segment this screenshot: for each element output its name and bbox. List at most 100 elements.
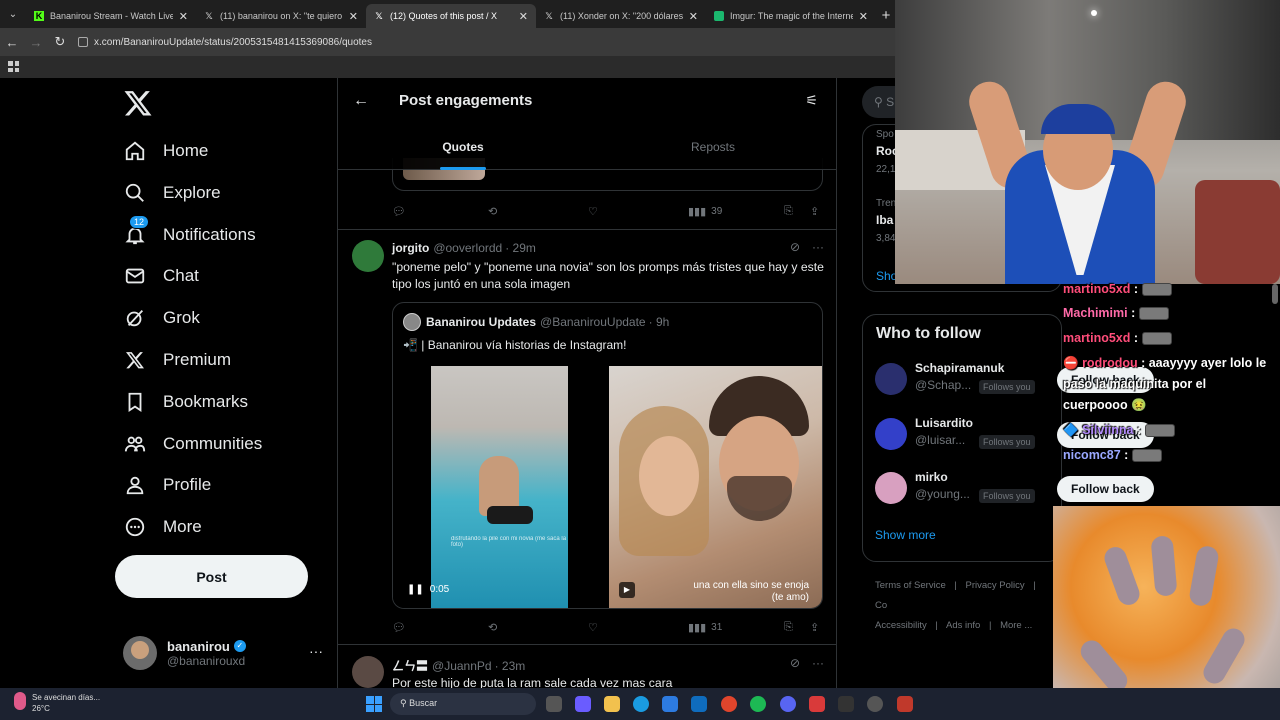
task-view-icon[interactable]: [546, 696, 562, 712]
close-tab-icon[interactable]: ✕: [519, 10, 528, 23]
grok-icon[interactable]: ⊘: [790, 656, 800, 670]
app-icon[interactable]: [809, 696, 825, 712]
site-info-icon[interactable]: [78, 37, 88, 47]
app-icon[interactable]: [838, 696, 854, 712]
reply-icon[interactable]: 💬︎: [392, 621, 406, 634]
reload-icon[interactable]: ↻: [48, 34, 72, 50]
grok-icon[interactable]: ⊘: [790, 240, 800, 254]
bookmark-icon[interactable]: ⎘: [784, 205, 793, 218]
video-pool-photo[interactable]: disfrutando la pile con mi novia (me sac…: [431, 366, 568, 608]
footer-link-cookie[interactable]: Co: [875, 600, 887, 611]
like-icon[interactable]: ♡: [588, 205, 598, 218]
views-button[interactable]: ▮▮▮ 31: [688, 621, 722, 634]
account-switcher[interactable]: bananirou ✓ @bananirouxd ···: [123, 633, 323, 673]
suggestion-name[interactable]: Schapiramanuk: [915, 361, 1004, 375]
avatar[interactable]: [875, 418, 907, 450]
avatar[interactable]: [875, 472, 907, 504]
nav-grok[interactable]: Grok: [123, 303, 200, 333]
video-controls[interactable]: ❚❚ 0:05: [407, 584, 449, 595]
avatar[interactable]: [875, 363, 907, 395]
reply-icon[interactable]: 💬︎: [392, 205, 406, 218]
chrome-icon[interactable]: [721, 696, 737, 712]
account-more-icon[interactable]: ···: [309, 643, 323, 659]
copilot-icon[interactable]: [575, 696, 591, 712]
forward-icon[interactable]: →: [24, 35, 48, 50]
footer-link-more[interactable]: More ...: [1000, 620, 1032, 631]
suggestion-name[interactable]: Luisardito: [915, 416, 973, 430]
tweet-author-name[interactable]: jorgito: [392, 241, 429, 255]
nav-profile[interactable]: Profile: [123, 470, 211, 500]
close-tab-icon[interactable]: ✕: [859, 10, 868, 23]
play-icon[interactable]: ▶: [619, 582, 635, 598]
nav-more[interactable]: More: [123, 512, 202, 542]
discord-icon[interactable]: [780, 696, 796, 712]
url-field[interactable]: x.com/BananirouUpdate/status/20053154814…: [78, 37, 372, 48]
tweet-author-handle[interactable]: @ooverlordd: [433, 241, 502, 255]
bookmark-icon[interactable]: ⎘: [784, 621, 793, 634]
close-tab-icon[interactable]: ✕: [179, 10, 188, 23]
spotify-icon[interactable]: [750, 696, 766, 712]
repost-icon[interactable]: ⟲: [488, 205, 497, 218]
footer-link-privacy[interactable]: Privacy Policy: [966, 580, 1025, 591]
browser-tab-kick[interactable]: K Bananirou Stream - Watch Live ✕: [26, 4, 196, 28]
nav-notifications[interactable]: 12 Notifications: [123, 215, 256, 250]
nav-chat[interactable]: Chat: [123, 261, 199, 291]
weather-widget[interactable]: Se avecinan días... 26°C: [14, 692, 100, 714]
more-icon[interactable]: ···: [812, 656, 824, 670]
tweet-time[interactable]: · 29m: [505, 241, 536, 255]
app-icon[interactable]: [867, 696, 883, 712]
x-logo-icon[interactable]: [123, 88, 153, 118]
nav-bookmarks[interactable]: Bookmarks: [123, 387, 248, 417]
tab-search-icon[interactable]: ⌄: [0, 0, 26, 28]
footer-link-terms[interactable]: Terms of Service: [875, 580, 946, 591]
edge-icon[interactable]: [633, 696, 649, 712]
browser-tab-quotes[interactable]: 𝕏 (12) Quotes of this post / X ✕: [366, 4, 536, 28]
views-button[interactable]: ▮▮▮ 39: [688, 205, 722, 218]
store-icon[interactable]: [662, 696, 678, 712]
outlook-icon[interactable]: [691, 696, 707, 712]
share-icon[interactable]: ⇪: [810, 621, 819, 634]
new-tab-button[interactable]: +: [876, 7, 896, 24]
more-icon[interactable]: ···: [812, 240, 824, 254]
close-tab-icon[interactable]: ✕: [349, 10, 358, 23]
like-icon[interactable]: ♡: [588, 621, 598, 634]
tweet-author-name[interactable]: ㄥㄣ〓: [392, 657, 428, 674]
quoted-media[interactable]: disfrutando la pile con mi novia (me sac…: [393, 366, 822, 608]
suggestion-name[interactable]: mirko: [915, 470, 948, 484]
tab-reposts[interactable]: Reposts: [588, 130, 836, 170]
back-icon[interactable]: ←: [0, 35, 24, 50]
nav-premium[interactable]: Premium: [123, 345, 231, 375]
close-tab-icon[interactable]: ✕: [689, 10, 698, 23]
follow-suggestion[interactable]: mirko @young... Follows you Follow back: [875, 470, 1175, 510]
avatar[interactable]: [352, 240, 384, 272]
pause-icon[interactable]: ❚❚: [407, 584, 424, 595]
browser-tab-imgur[interactable]: Imgur: The magic of the Interne ✕: [706, 4, 876, 28]
taskbar-search[interactable]: ⚲ Buscar: [390, 693, 536, 715]
apps-grid-icon[interactable]: [8, 61, 19, 72]
app-icon[interactable]: [897, 696, 913, 712]
avatar[interactable]: [352, 656, 384, 688]
browser-tab-x-1[interactable]: 𝕏 (11) bananirou on X: "te quiero ✕: [196, 4, 366, 28]
share-icon[interactable]: ⇪: [810, 205, 819, 218]
nav-communities[interactable]: Communities: [123, 429, 262, 459]
repost-icon[interactable]: ⟲: [488, 621, 497, 634]
footer-link-ads[interactable]: Ads info: [946, 620, 980, 631]
trend-title[interactable]: Iba: [876, 213, 893, 227]
couple-photo[interactable]: ▶ una con ella sino se enoja (te amo): [609, 366, 822, 608]
browser-tab-x-2[interactable]: 𝕏 (11) Xonder on X: "200 dólares ✕: [536, 4, 706, 28]
back-arrow-icon[interactable]: ←: [353, 92, 369, 110]
post-button[interactable]: Post: [115, 555, 308, 598]
chat-scrollbar[interactable]: [1272, 284, 1278, 304]
tweet-time[interactable]: · 23m: [495, 659, 526, 673]
file-explorer-icon[interactable]: [604, 696, 620, 712]
footer-link-accessibility[interactable]: Accessibility: [875, 620, 927, 631]
nav-home[interactable]: Home: [123, 136, 208, 166]
follow-back-button[interactable]: Follow back: [1057, 476, 1154, 502]
tweet-author-handle[interactable]: @JuannPd: [432, 659, 492, 673]
windows-start-icon[interactable]: [366, 696, 382, 712]
tab-quotes[interactable]: Quotes: [338, 130, 588, 170]
quoted-tweet-card[interactable]: Bananirou Updates @BananirouUpdate · 9h …: [392, 302, 823, 609]
show-more-link[interactable]: Show more: [875, 528, 936, 542]
nav-explore[interactable]: Explore: [123, 178, 221, 208]
filter-icon[interactable]: ⚟: [805, 92, 818, 109]
